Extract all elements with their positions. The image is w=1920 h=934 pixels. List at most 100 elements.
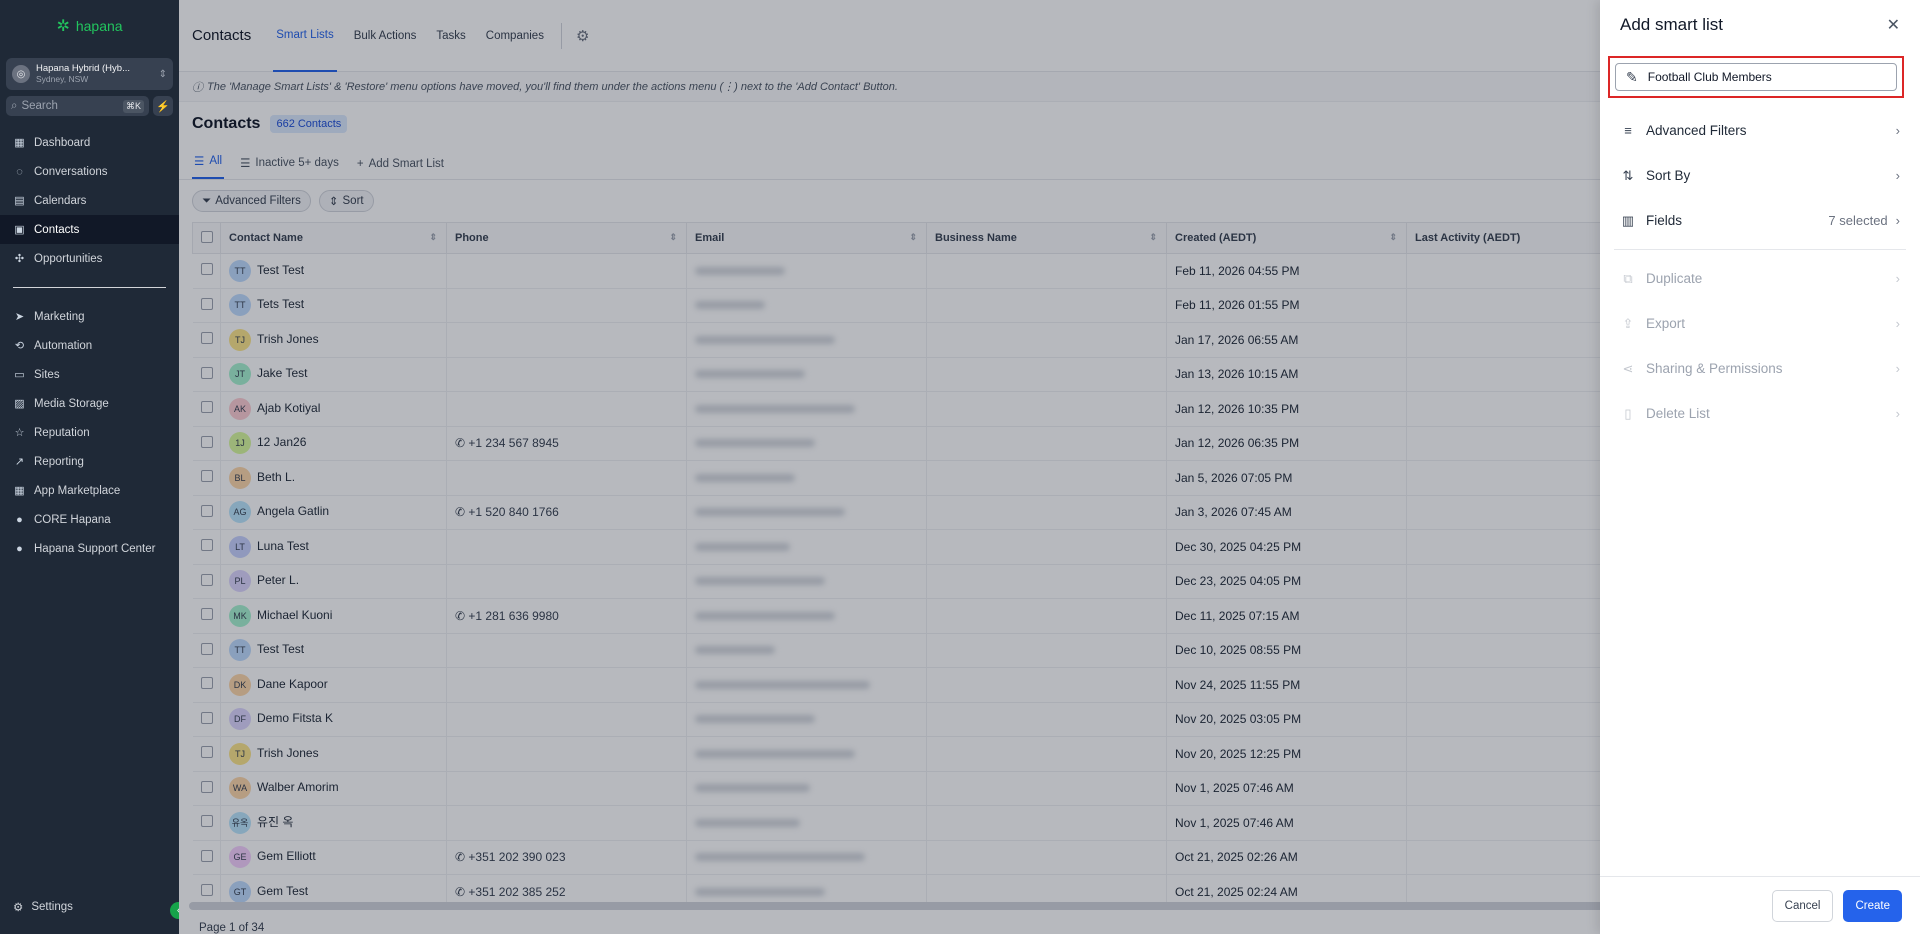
- columns-icon: ▥: [1621, 212, 1635, 228]
- sidebar-divider: [13, 287, 166, 288]
- sidebar-item-automation[interactable]: ⟲ Automation: [0, 331, 179, 360]
- option-export: ⇪ Export ›: [1600, 301, 1920, 346]
- sidebar-item-marketing[interactable]: ➤ Marketing: [0, 302, 179, 331]
- sidebar-item-sites[interactable]: ▭ Sites: [0, 360, 179, 389]
- sites-icon: ▭: [14, 369, 25, 381]
- sidebar-item-label: Opportunities: [34, 252, 103, 265]
- option-sort-by[interactable]: ⇅ Sort By ›: [1600, 153, 1920, 198]
- automation-icon: ⟲: [14, 340, 25, 352]
- fields-selected-count: 7 selected: [1828, 213, 1888, 228]
- quick-actions-bolt-icon[interactable]: ⚡: [153, 96, 173, 116]
- sidebar: ✲ hapana ◎ Hapana Hybrid (Hyb... Sydney,…: [0, 0, 187, 934]
- account-location: Sydney, NSW: [36, 74, 89, 84]
- filter-lines-icon: ≡: [1624, 123, 1632, 138]
- sidebar-item-settings[interactable]: ⚙ Settings: [0, 896, 179, 918]
- option-label: Export: [1646, 316, 1686, 331]
- sidebar-item-reporting[interactable]: ↗ Reporting: [0, 447, 179, 476]
- modal-backdrop[interactable]: [179, 0, 1779, 934]
- image-icon: ▨: [14, 398, 25, 410]
- chat-icon: ◌: [16, 165, 23, 178]
- calendar-icon: ▤: [14, 195, 25, 207]
- sidebar-item-label: Contacts: [34, 223, 80, 236]
- sidebar-nav-secondary: ➤ Marketing ⟲ Automation ▭ Sites ▨ Media Storag…: [0, 302, 179, 563]
- close-icon[interactable]: ✕: [1887, 15, 1900, 35]
- settings-label: Settings: [31, 901, 73, 913]
- option-label: Duplicate: [1646, 271, 1703, 286]
- support-icon: ●: [16, 542, 23, 555]
- sidebar-item-calendars[interactable]: ▤ Calendars: [0, 186, 179, 215]
- sidebar-nav-primary: ▦ Dashboard ◌ Conversations ▤ Calendars ▣ Conta…: [0, 128, 179, 273]
- trend-icon: ↗: [14, 456, 25, 468]
- option-fields[interactable]: ▥ Fields 7 selected ›: [1600, 198, 1920, 243]
- sidebar-item-dashboard[interactable]: ▦ Dashboard: [0, 128, 179, 157]
- sidebar-item-label: Media Storage: [34, 397, 109, 410]
- logo-text: hapana: [75, 18, 123, 34]
- chevron-right-icon: ›: [1895, 123, 1900, 138]
- account-avatar-icon: ◎: [12, 65, 30, 83]
- chevron-right-icon: ›: [1895, 316, 1900, 331]
- search-placeholder: Search: [21, 100, 58, 112]
- add-smart-list-drawer: Add smart list ✕ ✎ Football Club Members…: [1600, 0, 1920, 934]
- sidebar-item-label: Dashboard: [34, 136, 91, 149]
- sidebar-item-label: CORE Hapana: [34, 513, 111, 526]
- create-button[interactable]: Create: [1843, 889, 1902, 922]
- sort-arrows-icon: ⇅: [1622, 167, 1634, 183]
- pencil-icon: ✎: [1626, 68, 1638, 85]
- sidebar-item-media-storage[interactable]: ▨ Media Storage: [0, 389, 179, 418]
- drawer-footer: Cancel Create: [1600, 876, 1920, 934]
- sidebar-item-label: Reputation: [34, 426, 90, 439]
- chevron-right-icon: ›: [1895, 213, 1900, 228]
- option-label: Advanced Filters: [1646, 123, 1747, 138]
- option-advanced-filters[interactable]: ≡ Advanced Filters ›: [1600, 108, 1920, 153]
- gear-icon: ⚙: [13, 902, 24, 914]
- cancel-button[interactable]: Cancel: [1771, 889, 1834, 922]
- grid-icon: ▦: [14, 485, 25, 497]
- sidebar-item-label: Conversations: [34, 165, 108, 178]
- sidebar-item-reputation[interactable]: ☆ Reputation: [0, 418, 179, 447]
- option-delete-list: ▯ Delete List ›: [1600, 391, 1920, 436]
- chevron-right-icon: ›: [1895, 361, 1900, 376]
- logo-mark-icon: ✲: [56, 18, 70, 35]
- list-name-input[interactable]: ✎ Football Club Members: [1615, 63, 1897, 91]
- sidebar-item-label: Sites: [34, 368, 60, 381]
- account-name: Hapana Hybrid (Hyb...: [36, 63, 130, 74]
- sidebar-item-label: Marketing: [34, 310, 85, 323]
- option-sharing-permissions: ⋖ Sharing & Permissions ›: [1600, 346, 1920, 391]
- chevron-updown-icon: ⇕: [158, 68, 167, 80]
- contacts-icon: ▣: [14, 224, 25, 236]
- chevron-right-icon: ›: [1895, 271, 1900, 286]
- send-icon: ➤: [14, 311, 25, 323]
- sidebar-item-opportunities[interactable]: ✣ Opportunities: [0, 244, 179, 273]
- list-name-highlight: ✎ Football Club Members: [1608, 56, 1904, 98]
- sidebar-item-label: Automation: [34, 339, 93, 352]
- star-icon: ☆: [14, 427, 25, 439]
- option-label: Fields: [1646, 213, 1683, 228]
- sidebar-item-label: Calendars: [34, 194, 87, 207]
- sidebar-item-hapana-support-center[interactable]: ● Hapana Support Center: [0, 534, 179, 563]
- account-switcher[interactable]: ◎ Hapana Hybrid (Hyb... Sydney, NSW ⇕: [6, 58, 173, 90]
- opportunities-icon: ✣: [14, 253, 25, 265]
- share-icon: ⋖: [1622, 360, 1634, 376]
- sidebar-item-label: Hapana Support Center: [34, 542, 156, 555]
- search-shortcut: ⌘K: [122, 99, 144, 113]
- option-label: Delete List: [1646, 406, 1710, 421]
- option-label: Sort By: [1646, 168, 1691, 183]
- upload-icon: ⇪: [1622, 315, 1634, 331]
- option-duplicate: ⧉ Duplicate ›: [1600, 256, 1920, 301]
- search-icon: ⌕: [11, 99, 18, 112]
- drawer-divider: [1614, 249, 1906, 250]
- dashboard-icon: ▦: [14, 137, 25, 149]
- sidebar-item-contacts[interactable]: ▣ Contacts: [0, 215, 179, 244]
- sidebar-item-conversations[interactable]: ◌ Conversations: [0, 157, 179, 186]
- drawer-title: Add smart list: [1620, 15, 1723, 34]
- copy-icon: ⧉: [1623, 270, 1633, 286]
- sidebar-item-label: App Marketplace: [34, 484, 121, 497]
- list-name-value: Football Club Members: [1647, 70, 1772, 84]
- brand-logo[interactable]: ✲ hapana: [0, 0, 179, 52]
- chevron-right-icon: ›: [1895, 168, 1900, 183]
- option-label: Sharing & Permissions: [1646, 361, 1783, 376]
- chevron-right-icon: ›: [1895, 406, 1900, 421]
- sidebar-item-core-hapana[interactable]: ● CORE Hapana: [0, 505, 179, 534]
- sidebar-item-app-marketplace[interactable]: ▦ App Marketplace: [0, 476, 179, 505]
- search-input[interactable]: ⌕ Search ⌘K: [6, 96, 149, 116]
